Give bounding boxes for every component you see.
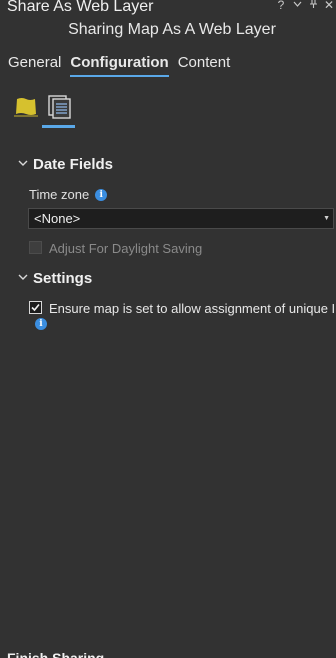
configure-layers-icon[interactable] [46, 95, 72, 119]
date-fields-heading: Date Fields [33, 156, 114, 173]
time-zone-dropdown[interactable]: <None> ▼ [28, 208, 334, 229]
info-icon[interactable]: i [35, 318, 47, 330]
info-icon[interactable]: i [95, 188, 108, 201]
dropdown-arrow-icon: ▼ [323, 215, 330, 222]
unique-ids-label: Ensure map is set to allow assignment of… [49, 301, 336, 316]
time-zone-row: Time zone i [29, 187, 108, 202]
time-zone-value: <None> [34, 211, 81, 226]
tab-configuration[interactable]: Configuration [70, 54, 170, 77]
chevron-down-icon [18, 273, 28, 284]
settings-heading: Settings [33, 270, 93, 287]
daylight-saving-row: Adjust For Daylight Saving [29, 241, 202, 256]
pin-icon[interactable] [308, 0, 318, 12]
finish-sharing-label: Finish Sharing [7, 650, 105, 658]
settings-header[interactable]: Settings [18, 270, 92, 287]
pane-subtitle: Sharing Map As A Web Layer [68, 21, 276, 38]
chevron-down-icon[interactable] [292, 0, 302, 12]
help-icon[interactable]: ? [276, 0, 286, 12]
time-zone-label: Time zone [29, 187, 90, 202]
daylight-saving-checkbox[interactable] [29, 241, 42, 254]
unique-ids-checkbox[interactable] [29, 301, 42, 314]
close-icon[interactable]: ✕ [324, 0, 334, 12]
tab-content[interactable]: Content [178, 54, 231, 77]
tab-general[interactable]: General [8, 54, 61, 77]
daylight-saving-label: Adjust For Daylight Saving [49, 241, 203, 256]
pane-title: Share As Web Layer [7, 0, 154, 15]
configuration-subtabs [12, 95, 82, 130]
map-icon[interactable] [14, 96, 38, 118]
date-fields-header[interactable]: Date Fields [18, 156, 113, 173]
share-as-web-layer-pane: Share As Web Layer ? ✕ Sharing Map As A … [0, 0, 336, 658]
pane-controls: ? ✕ [276, 0, 334, 12]
selected-subtab-indicator [42, 125, 75, 128]
tab-bar: General Configuration Content [8, 54, 230, 77]
chevron-down-icon [18, 159, 28, 170]
unique-ids-row: Ensure map is set to allow assignment of… [29, 301, 336, 316]
pane-titlebar: Share As Web Layer ? ✕ [0, 0, 336, 18]
